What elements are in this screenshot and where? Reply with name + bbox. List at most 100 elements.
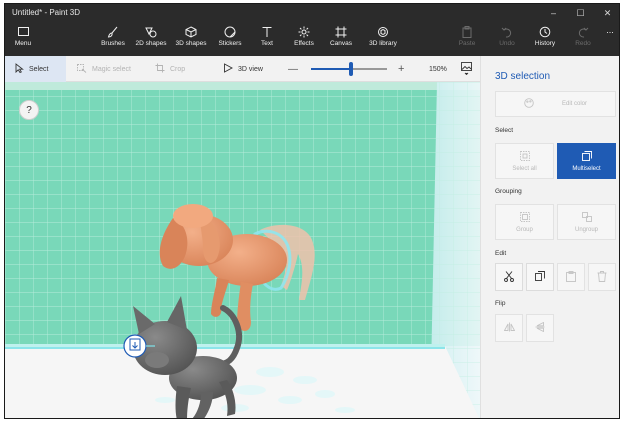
- edit-color-label: Edit color: [561, 101, 587, 107]
- canvas-label: Canvas: [329, 40, 353, 47]
- select-all-button[interactable]: Select all: [495, 143, 554, 179]
- image-view-icon: [460, 61, 472, 77]
- flip-horizontal-button[interactable]: [495, 314, 523, 342]
- magic-select-icon: [77, 63, 87, 75]
- trash-icon: [597, 270, 607, 284]
- 3d-canvas[interactable]: ?: [5, 82, 480, 418]
- cut-button[interactable]: [495, 263, 523, 291]
- help-button[interactable]: ?: [19, 100, 39, 120]
- brushes-label: Brushes: [101, 40, 125, 47]
- 2d-shapes-button[interactable]: 2D shapes: [133, 23, 169, 55]
- 2d-shapes-label: 2D shapes: [135, 40, 167, 47]
- select-all-label: Select all: [512, 165, 537, 172]
- more-label: ...: [606, 25, 614, 35]
- sticker-icon: [219, 23, 241, 40]
- history-icon: [534, 23, 556, 40]
- window-title: Untitled* - Paint 3D: [12, 8, 81, 17]
- zoom-out-label: —: [288, 63, 298, 75]
- zoom-slider-fill: [311, 68, 351, 70]
- 3d-library-label: 3D library: [369, 40, 397, 47]
- selection-toolbar: Select Magic select Crop 3D view — + 150…: [5, 56, 480, 82]
- panel-title: 3D selection: [495, 71, 551, 82]
- paste-icon: [566, 270, 576, 284]
- select-all-icon: [519, 150, 530, 163]
- flip-vertical-icon: [535, 321, 545, 334]
- text-label: Text: [261, 40, 273, 47]
- text-icon: [256, 23, 278, 40]
- help-label: ?: [26, 104, 32, 116]
- cube-icon: [180, 23, 202, 40]
- close-button[interactable]: ✕: [594, 4, 619, 22]
- menu-label: Menu: [14, 40, 32, 47]
- select-section-heading: Select: [495, 127, 514, 134]
- delete-button[interactable]: [588, 263, 616, 291]
- title-bar: Untitled* - Paint 3D – ☐ ✕: [5, 4, 619, 22]
- edit-color-button[interactable]: Edit color: [495, 91, 616, 117]
- cursor-icon: [15, 63, 24, 75]
- maximize-button[interactable]: ☐: [567, 4, 594, 22]
- paste-panel-button[interactable]: [557, 263, 585, 291]
- edit-section-heading: Edit: [495, 250, 507, 257]
- scissors-icon: [504, 270, 514, 284]
- magic-select-button[interactable]: Magic select: [77, 56, 131, 82]
- zoom-in-label: +: [398, 63, 405, 75]
- canvas-button[interactable]: Canvas: [327, 23, 355, 55]
- canvas-crop-icon: [330, 23, 352, 40]
- zoom-level-value: 150%: [429, 65, 447, 73]
- select-tool-button[interactable]: Select: [5, 56, 66, 82]
- stickers-label: Stickers: [218, 40, 242, 47]
- menu-button[interactable]: Menu: [11, 23, 35, 55]
- ungroup-label: Ungroup: [574, 226, 598, 233]
- group-label: Group: [516, 226, 533, 233]
- multiselect-button[interactable]: Multiselect: [557, 143, 616, 179]
- history-label: History: [534, 40, 556, 47]
- brushes-button[interactable]: Brushes: [99, 23, 127, 55]
- ungroup-icon: [581, 211, 592, 224]
- view-options-button[interactable]: [457, 56, 475, 82]
- redo-label: Redo: [575, 40, 591, 47]
- 3d-library-button[interactable]: 3D library: [365, 23, 401, 55]
- text-button[interactable]: Text: [255, 23, 279, 55]
- zoom-level: 150%: [429, 56, 447, 82]
- play-3d-icon: [223, 63, 233, 75]
- palette-icon: [524, 98, 534, 110]
- 3d-view-button[interactable]: 3D view: [223, 56, 263, 82]
- history-button[interactable]: History: [531, 23, 559, 55]
- object-handle[interactable]: [123, 334, 147, 358]
- zoom-slider-thumb[interactable]: [349, 62, 353, 76]
- 3d-view-label: 3D view: [238, 65, 263, 73]
- redo-icon: [572, 23, 594, 40]
- main-ribbon: Menu Brushes 2D shapes 3D shapes Sticker: [5, 22, 619, 56]
- flip-section-heading: Flip: [495, 300, 506, 307]
- group-button[interactable]: Group: [495, 204, 554, 240]
- 3d-selection-panel: 3D selection Edit color Select Select al…: [480, 56, 619, 418]
- undo-button[interactable]: Undo: [495, 23, 519, 55]
- paste-label: Paste: [458, 40, 476, 47]
- library-icon: [372, 23, 394, 40]
- effects-label: Effects: [294, 40, 314, 47]
- effects-button[interactable]: Effects: [291, 23, 317, 55]
- wall-top-band: [5, 82, 480, 90]
- more-button[interactable]: ...: [601, 23, 619, 55]
- copy-icon: [535, 271, 545, 283]
- ungroup-button[interactable]: Ungroup: [557, 204, 616, 240]
- magic-select-label: Magic select: [92, 65, 131, 73]
- stickers-button[interactable]: Stickers: [215, 23, 245, 55]
- 3d-shapes-label: 3D shapes: [175, 40, 207, 47]
- crop-label: Crop: [170, 65, 186, 73]
- zoom-in-button[interactable]: +: [398, 56, 404, 82]
- copy-button[interactable]: [526, 263, 554, 291]
- minimize-button[interactable]: –: [540, 4, 567, 22]
- flip-vertical-button[interactable]: [526, 314, 554, 342]
- 3d-shapes-button[interactable]: 3D shapes: [173, 23, 209, 55]
- window-controls: – ☐ ✕: [540, 4, 619, 22]
- crop-button[interactable]: Crop: [155, 56, 185, 82]
- multiselect-icon: [581, 150, 592, 163]
- paste-button[interactable]: Paste: [455, 23, 479, 55]
- multiselect-label: Multiselect: [572, 165, 601, 172]
- redo-button[interactable]: Redo: [571, 23, 595, 55]
- undo-label: Undo: [499, 40, 515, 47]
- zoom-out-button[interactable]: —: [288, 56, 298, 82]
- group-icon: [519, 211, 530, 224]
- shapes-2d-icon: [140, 23, 162, 40]
